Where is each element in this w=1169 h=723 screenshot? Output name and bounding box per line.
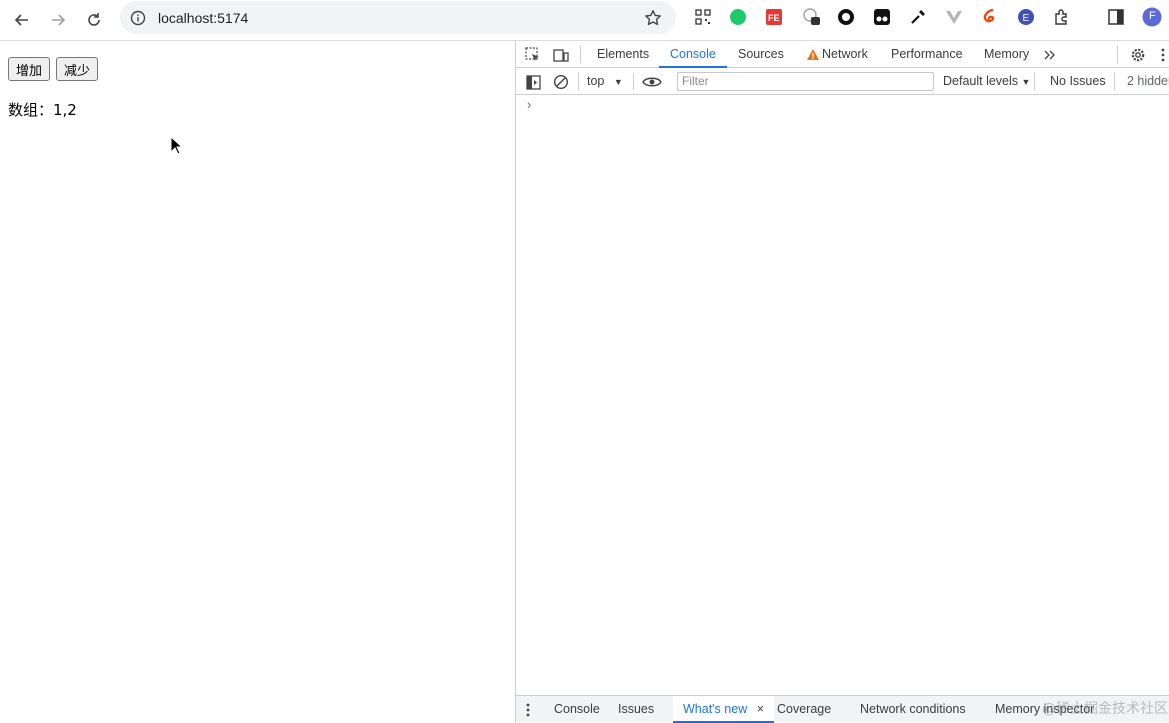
device-toolbar-icon[interactable]	[552, 46, 570, 64]
drawer-tab-coverage[interactable]: Coverage	[777, 696, 831, 723]
divider	[578, 73, 579, 90]
drawer-tab-console[interactable]: Console	[554, 696, 600, 723]
close-tab-icon[interactable]: ×	[757, 702, 764, 716]
log-levels-dropdown[interactable]: Default levels ▼	[943, 68, 1030, 95]
watermark: @稀土掘金技术社区	[1042, 701, 1168, 717]
back-button[interactable]	[8, 6, 36, 34]
site-info-icon[interactable]	[130, 10, 146, 26]
divider	[633, 73, 634, 90]
drawer-tab-issues[interactable]: Issues	[618, 696, 654, 723]
divider	[580, 46, 581, 63]
context-label: top	[587, 74, 605, 88]
svelte-icon[interactable]	[980, 7, 1000, 27]
decrease-button[interactable]: 减少	[56, 57, 99, 81]
settings-gear-icon[interactable]	[1129, 46, 1147, 64]
page-viewport: 增加 减少 数组：1,2	[0, 41, 515, 722]
address-bar[interactable]: localhost:5174	[120, 1, 676, 34]
drawer-tab-whats-new-label: What's new	[683, 702, 748, 716]
sidepanel-icon[interactable]	[1106, 7, 1126, 27]
console-prompt-chevron-icon[interactable]: ›	[527, 97, 531, 112]
array-display: 数组：1,2	[8, 101, 77, 119]
reload-icon	[88, 13, 100, 26]
divider	[1114, 73, 1115, 90]
drawer-tab-network-conditions[interactable]: Network conditions	[860, 696, 966, 723]
reload-button[interactable]	[80, 6, 108, 34]
increase-button[interactable]: 增加	[8, 57, 51, 81]
qr-icon[interactable]	[693, 7, 713, 27]
profile-initial: F	[1149, 10, 1156, 22]
green-dot-icon[interactable]	[728, 7, 748, 27]
svg-text:FE: FE	[768, 13, 780, 23]
inspect-element-icon[interactable]	[524, 46, 542, 64]
console-toolbar: top ▼ Filter Default levels ▼ No Issues …	[516, 68, 1169, 95]
divider	[1034, 73, 1035, 90]
log-levels-label: Default levels	[943, 74, 1019, 88]
dropdown-arrow-icon: ▼	[613, 77, 623, 87]
fe-icon[interactable]: FE	[764, 7, 784, 27]
vue-icon[interactable]	[944, 7, 964, 27]
camera-icon[interactable]	[802, 7, 822, 27]
profile-avatar[interactable]: F	[1142, 7, 1162, 27]
sidebar-toggle-icon[interactable]	[524, 73, 542, 91]
divider	[1117, 46, 1118, 63]
puzzle-icon[interactable]	[1052, 7, 1072, 27]
eyedropper-icon[interactable]	[908, 7, 928, 27]
filter-placeholder: Filter	[682, 74, 709, 88]
url-text[interactable]: localhost:5174	[158, 10, 248, 26]
browser-toolbar: localhost:5174 FE E F	[0, 0, 1169, 41]
warning-icon	[804, 46, 822, 64]
hidden-count: 2 hidden	[1127, 74, 1169, 88]
clear-console-icon[interactable]	[552, 73, 570, 91]
arrow-left-icon	[14, 14, 28, 26]
devtools-panel: Elements Console Sources Network Perform…	[515, 41, 1169, 723]
issues-button[interactable]: No Issues	[1050, 68, 1106, 95]
tab-network[interactable]: Network	[822, 41, 868, 68]
tab-elements[interactable]: Elements	[597, 41, 649, 68]
forward-button[interactable]	[44, 6, 72, 34]
drawer-menu-icon[interactable]	[523, 701, 533, 719]
live-expression-eye-icon[interactable]	[642, 73, 662, 91]
filter-input[interactable]: Filter	[677, 72, 934, 91]
mouse-cursor-icon	[170, 136, 184, 155]
devtools-tabbar: Elements Console Sources Network Perform…	[516, 41, 1169, 68]
more-tabs-chevron-icon[interactable]	[1041, 46, 1059, 64]
devtools-drawer: Console Issues What's new × Coverage Net…	[516, 695, 1169, 723]
tampermonkey-icon[interactable]	[872, 7, 892, 27]
tab-memory[interactable]: Memory	[984, 41, 1029, 68]
dropdown-arrow-icon: ▼	[1021, 77, 1031, 87]
context-selector[interactable]: top ▼	[587, 68, 623, 95]
tab-performance[interactable]: Performance	[891, 41, 963, 68]
circle-icon[interactable]	[836, 7, 856, 27]
tab-console[interactable]: Console	[659, 41, 727, 68]
drawer-tab-whats-new[interactable]: What's new ×	[673, 696, 775, 723]
e-icon[interactable]: E	[1016, 7, 1036, 27]
arrow-right-icon	[52, 14, 66, 26]
bookmark-star-icon[interactable]	[644, 9, 662, 32]
tab-sources[interactable]: Sources	[738, 41, 784, 68]
more-options-icon[interactable]	[1158, 46, 1168, 64]
svg-text:E: E	[1023, 13, 1030, 24]
